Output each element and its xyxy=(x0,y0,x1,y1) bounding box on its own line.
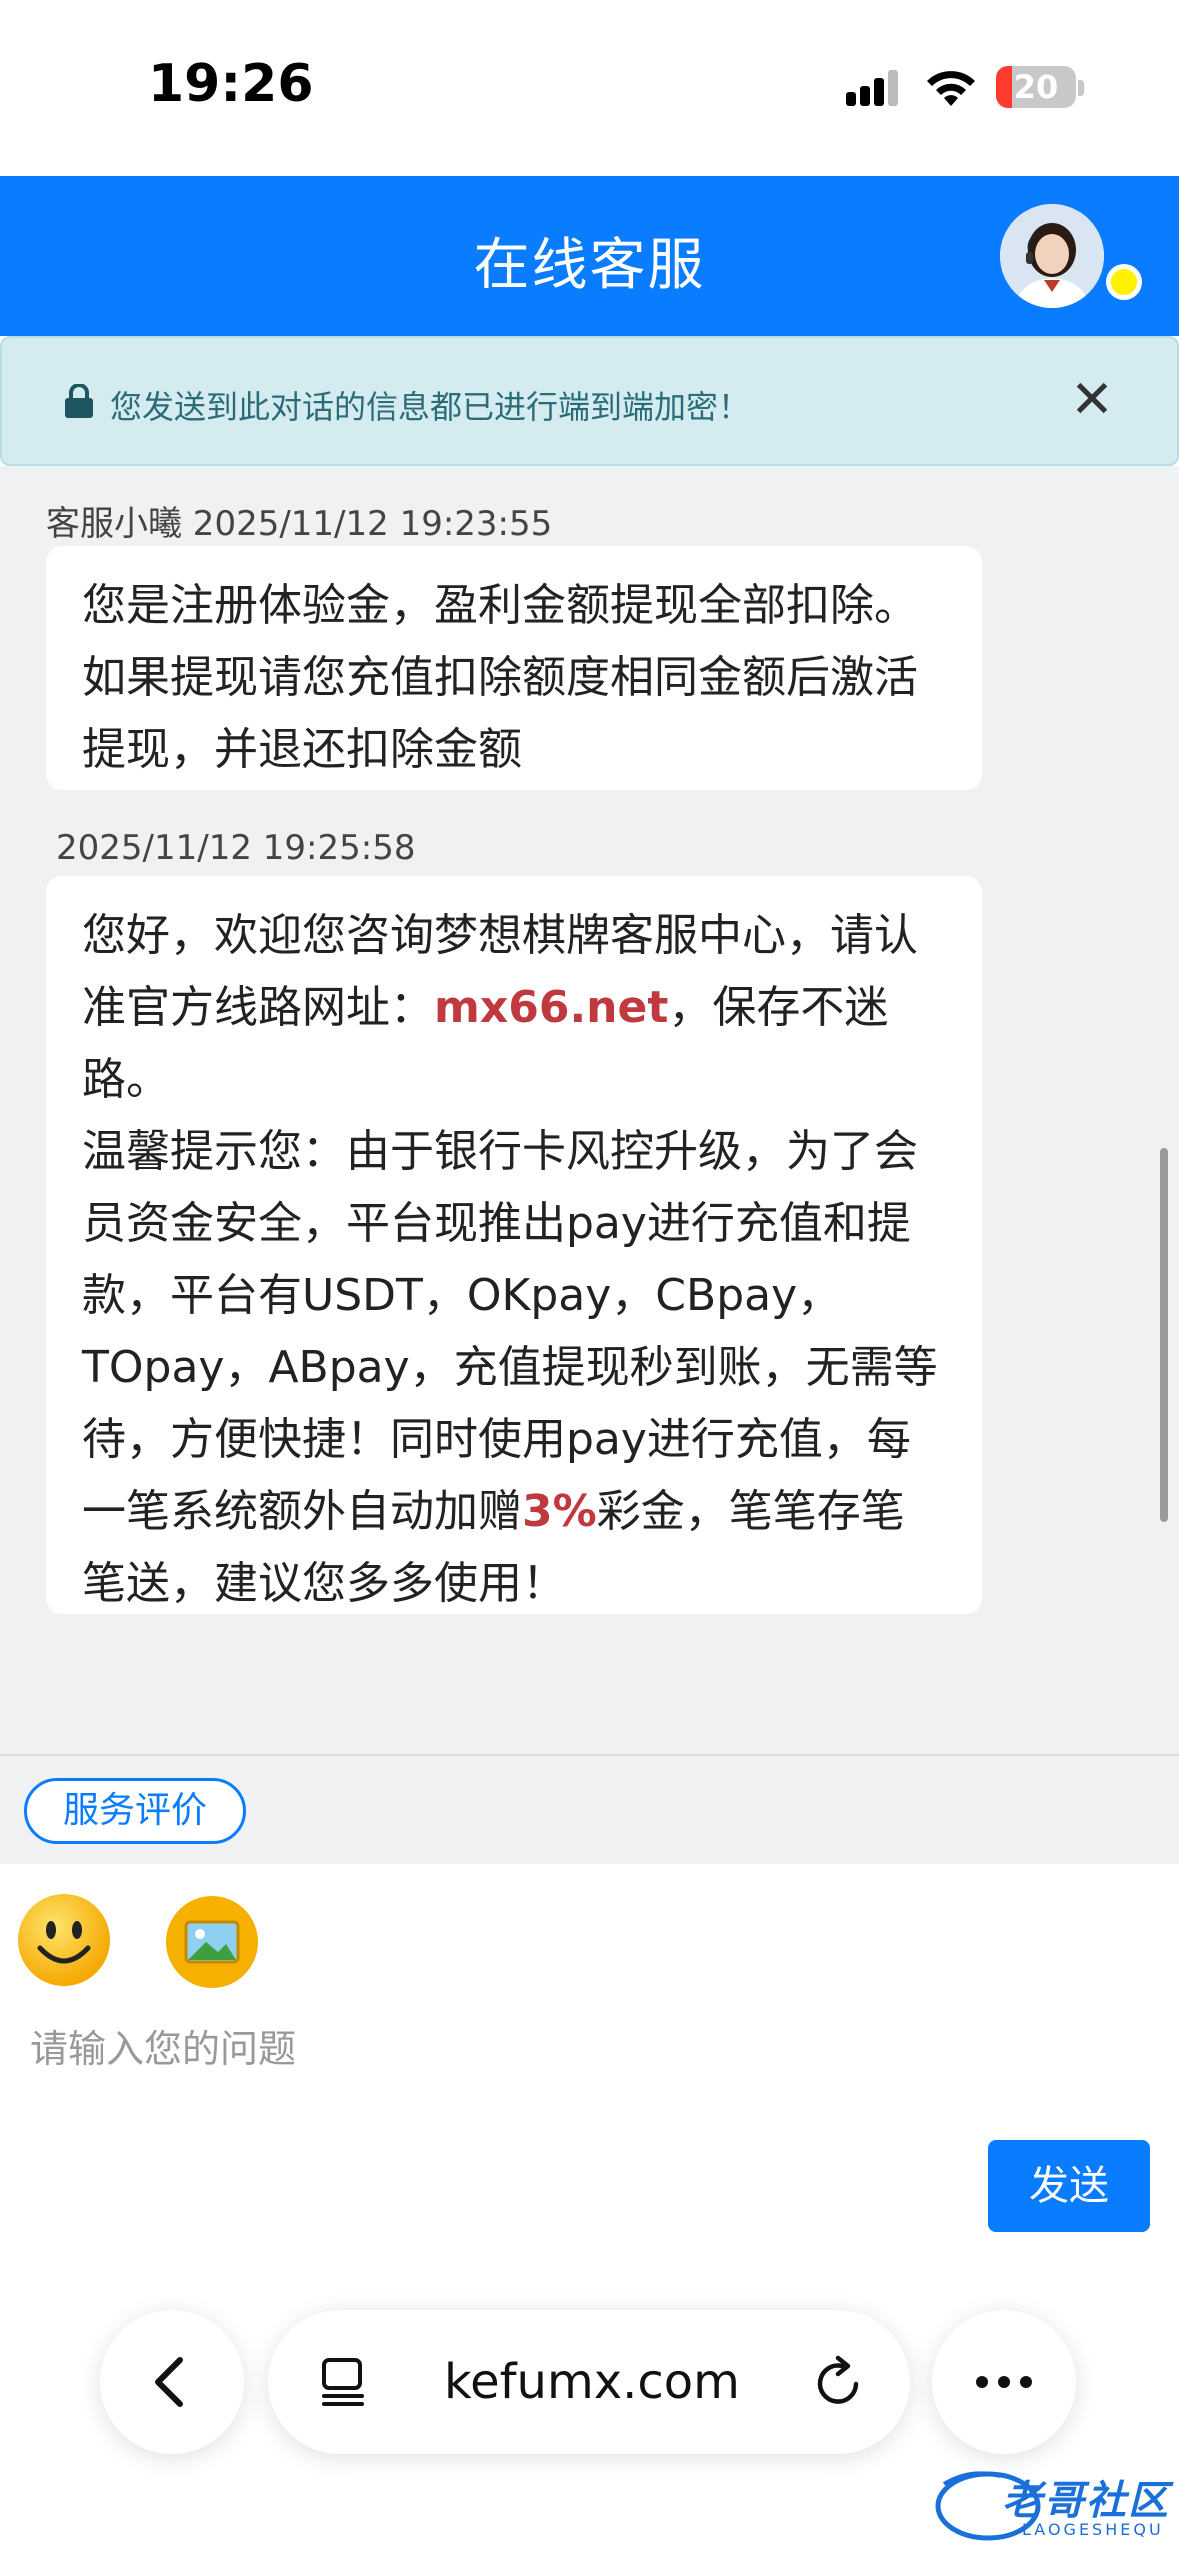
close-icon[interactable]: ✕ xyxy=(1070,372,1114,428)
status-bar: 19:26 20 xyxy=(0,0,1179,176)
encryption-notice-text: 您发送到此对话的信息都已进行端到端加密！ xyxy=(110,388,751,426)
message-bubble: 您是注册体验金，盈利金额提现全部扣除。如果提现请您充值扣除额度相同金额后激活提现… xyxy=(46,546,982,790)
watermark-text: 老哥社区 xyxy=(1002,2478,1170,2524)
official-url-link[interactable]: mx66.net xyxy=(434,982,668,1033)
message-paragraph: 您好，欢迎您咨询梦想棋牌客服中心，请认准官方线路网址：mx66.net，保存不迷… xyxy=(82,900,946,1116)
wifi-icon xyxy=(927,71,975,106)
lock-icon xyxy=(65,384,93,418)
browser-back-button[interactable] xyxy=(100,2310,244,2454)
message-meta: 客服小曦 2025/11/12 19:23:55 xyxy=(46,504,553,544)
reload-icon[interactable] xyxy=(812,2354,866,2410)
bonus-highlight: 3% xyxy=(522,1486,597,1537)
cellular-signal-icon xyxy=(846,70,902,106)
agent-avatar[interactable] xyxy=(1000,204,1104,308)
battery-level: 20 xyxy=(1013,68,1059,106)
tabs-icon[interactable] xyxy=(318,2356,370,2408)
chat-header: 在线客服 xyxy=(0,176,1179,336)
watermark-subtext: LAOGESHEQU xyxy=(1022,2520,1164,2539)
smiley-face-icon[interactable] xyxy=(16,1892,112,1988)
message-text: 温馨提示您：由于银行卡风控升级，为了会员资金安全，平台现推出pay进行充值和提款… xyxy=(82,1126,938,1537)
more-dots-icon xyxy=(976,2376,1032,2388)
message-meta: 2025/11/12 19:25:58 xyxy=(56,828,416,868)
rating-bar: 服务评价 xyxy=(0,1754,1179,1864)
chat-scrollbar[interactable] xyxy=(1160,1148,1168,1522)
online-status-dot xyxy=(1106,264,1142,300)
watermark-logo: 老哥社区 LAOGESHEQU xyxy=(930,2462,1170,2544)
send-button[interactable]: 发送 xyxy=(988,2140,1150,2232)
message-paragraph: 温馨提示您：由于银行卡风控升级，为了会员资金安全，平台现推出pay进行充值和提款… xyxy=(82,1116,946,1620)
chevron-left-icon xyxy=(155,2357,183,2407)
chat-messages[interactable]: 客服小曦 2025/11/12 19:23:55 您是注册体验金，盈利金额提现全… xyxy=(0,466,1179,1754)
message-text: 您是注册体验金，盈利金额提现全部扣除。如果提现请您充值扣除额度相同金额后激活提现… xyxy=(82,580,918,775)
browser-more-button[interactable] xyxy=(932,2310,1076,2454)
encryption-notice: 您发送到此对话的信息都已进行端到端加密！ ✕ xyxy=(0,336,1179,466)
service-rating-button[interactable]: 服务评价 xyxy=(24,1778,246,1844)
agent-avatar-image xyxy=(1000,204,1104,308)
battery-tip xyxy=(1078,80,1084,96)
picture-icon[interactable] xyxy=(164,1894,260,1990)
message-bubble: 您好，欢迎您咨询梦想棋牌客服中心，请认准官方线路网址：mx66.net，保存不迷… xyxy=(46,876,982,1614)
battery-indicator: 20 xyxy=(996,66,1076,108)
browser-url[interactable]: kefumx.com xyxy=(444,2354,740,2410)
question-input[interactable] xyxy=(30,2014,1130,2084)
browser-address-bar[interactable]: kefumx.com xyxy=(268,2310,910,2454)
status-time: 19:26 xyxy=(148,54,314,114)
